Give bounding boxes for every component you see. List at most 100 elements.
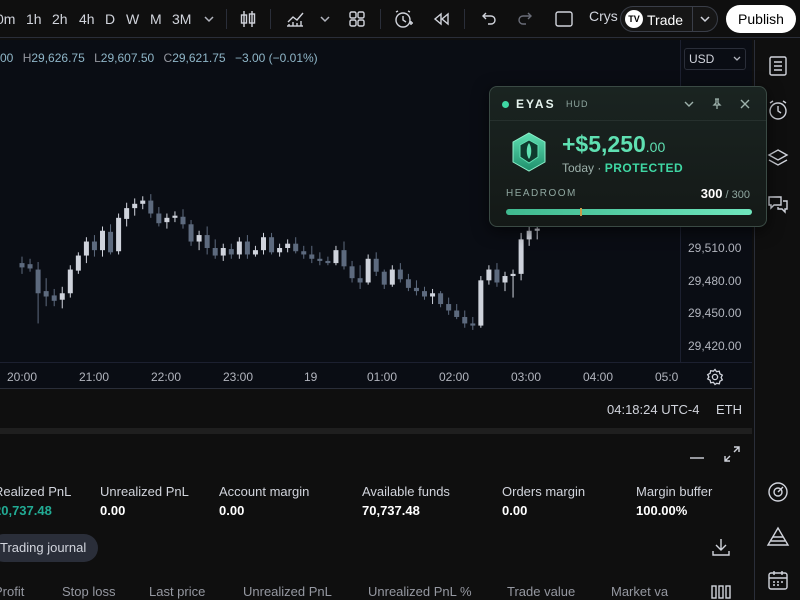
hud-headroom-label: HEADROOM (506, 188, 577, 199)
hud-collapse-chevron-icon[interactable] (682, 97, 696, 111)
column-header-market-value[interactable]: Market va (611, 584, 668, 599)
interval-m[interactable]: M (150, 11, 162, 27)
utc-clock[interactable]: 04:18:24 UTC-4 (607, 402, 700, 417)
candle-body (405, 279, 411, 288)
hud-headroom-bar (506, 208, 752, 216)
maximize-panel-icon[interactable] (722, 444, 742, 464)
price-tick-label: 29,450.00 (688, 306, 742, 320)
undo-icon[interactable] (477, 8, 499, 30)
candle-body (397, 269, 403, 280)
candle (204, 226, 210, 255)
hud-headroom-fill (506, 209, 752, 215)
candle (108, 224, 114, 255)
candle-body (277, 248, 283, 253)
candle (156, 207, 162, 227)
time-tick-label: 01:00 (367, 370, 398, 384)
column-header-stop-loss[interactable]: Stop loss (62, 584, 115, 599)
tradingview-logo-icon: TV (625, 10, 643, 28)
interval-dropdown-chevron-icon[interactable] (198, 8, 220, 30)
trading-journal-button[interactable]: Trading journal (0, 534, 99, 562)
candle (341, 241, 347, 270)
interval-4h[interactable]: 4h (79, 11, 95, 27)
pyramid-icon[interactable] (766, 525, 790, 549)
toolbar-divider (270, 9, 271, 29)
currency-select[interactable]: USD (684, 48, 746, 70)
trade-dropdown-chevron-icon[interactable] (697, 11, 713, 27)
chart-status-bar: 04:18:24 UTC-4 ETH (0, 388, 752, 428)
column-header-unrealized-pnl-pct[interactable]: Unrealized PnL % (368, 584, 472, 599)
ohlc-close: 29,621.75 (172, 51, 226, 65)
interval-0m[interactable]: 0m (0, 11, 15, 27)
candle-body (389, 269, 395, 285)
minimize-panel-icon[interactable] (688, 444, 706, 462)
indicators-dropdown-chevron-icon[interactable] (314, 8, 336, 30)
candle-body (285, 243, 291, 248)
column-header-last-price[interactable]: Last price (149, 584, 205, 599)
candle-body (204, 235, 210, 248)
interval-3m[interactable]: 3M (172, 11, 191, 27)
layers-icon[interactable] (766, 146, 790, 170)
hud-protected-status: PROTECTED (604, 161, 684, 175)
hud-header[interactable]: EYAS HUD (490, 87, 766, 121)
metric-realized-pnl: Realized PnL 20,737.48 (0, 484, 71, 518)
ohlc-change: −3.00 (−0.01%) (234, 51, 318, 65)
session-label[interactable]: ETH (716, 402, 742, 417)
candle-body (518, 239, 524, 274)
interval-1h[interactable]: 1h (26, 11, 42, 27)
candle (293, 237, 299, 254)
metric-label: Orders margin (502, 484, 586, 499)
speedometer-icon[interactable] (766, 480, 790, 504)
column-header-trade-value[interactable]: Trade value (507, 584, 575, 599)
calendar-icon[interactable] (766, 568, 790, 592)
hud-headroom-marker (580, 208, 582, 216)
alert-clock-icon[interactable] (392, 8, 414, 30)
hud-pin-icon[interactable] (710, 97, 724, 111)
time-axis[interactable]: 20:00 21:00 22:00 23:00 19 01:00 02:00 0… (0, 362, 752, 388)
trade-button[interactable]: TV Trade (620, 6, 718, 32)
candles-chart-type-icon[interactable] (237, 8, 259, 30)
time-tick-label: 20:00 (7, 370, 38, 384)
alerts-clock-icon[interactable] (766, 98, 790, 122)
symbol-name-partial[interactable]: Crys (589, 8, 618, 24)
candle-body (325, 260, 331, 264)
interval-2h[interactable]: 2h (52, 11, 68, 27)
download-icon[interactable] (710, 536, 732, 558)
chart-settings-gear-icon[interactable] (706, 368, 724, 386)
candle (430, 288, 436, 305)
candle-body (494, 269, 500, 283)
metric-unrealized-pnl: Unrealized PnL 0.00 (100, 484, 189, 518)
candle (454, 304, 460, 320)
replay-rewind-icon[interactable] (430, 8, 452, 30)
interval-w[interactable]: W (126, 11, 139, 27)
currency-chevron-icon (733, 56, 741, 61)
candle-body (317, 258, 323, 261)
eyas-hud-widget[interactable]: EYAS HUD +$5,250.00 Today · PROTECTED HE… (489, 86, 767, 227)
candle (317, 252, 323, 266)
candle (91, 235, 97, 257)
candle-body (220, 248, 226, 256)
candle-body (180, 216, 186, 225)
column-header-unrealized-pnl[interactable]: Unrealized PnL (243, 584, 332, 599)
candle (397, 263, 403, 283)
candle-body (100, 230, 105, 251)
metric-label: Account margin (219, 484, 310, 499)
interval-d[interactable]: D (105, 11, 115, 27)
column-header-profit[interactable]: Profit (0, 584, 24, 599)
hud-close-icon[interactable] (738, 97, 752, 111)
metric-value: 0.00 (100, 503, 126, 518)
publish-button[interactable]: Publish (726, 5, 796, 33)
watchlist-icon[interactable] (766, 54, 790, 78)
candle-body (261, 237, 266, 251)
candle (413, 280, 419, 296)
indicators-icon[interactable] (284, 8, 306, 30)
columns-settings-icon[interactable] (710, 584, 732, 600)
layouts-grid-icon[interactable] (346, 8, 368, 30)
redo-icon[interactable] (515, 8, 537, 30)
toolbar-divider (226, 9, 227, 29)
fullscreen-square-icon[interactable] (553, 8, 575, 30)
hud-headroom-max: / 300 (722, 189, 750, 201)
candle (124, 202, 130, 227)
candle (502, 271, 508, 292)
metric-available-funds: Available funds 70,737.48 (362, 484, 450, 518)
chat-bubbles-icon[interactable] (766, 192, 790, 216)
